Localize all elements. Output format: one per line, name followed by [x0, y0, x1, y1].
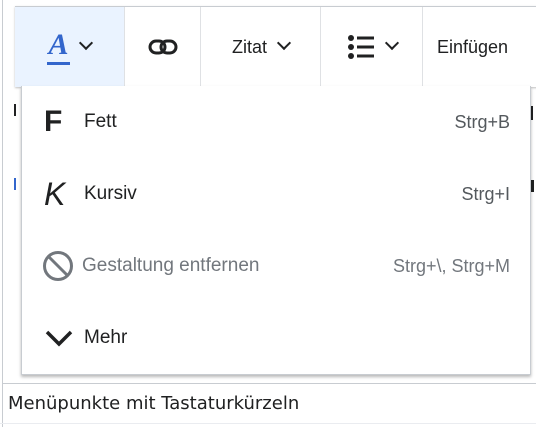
text-style-button[interactable]: A: [15, 7, 125, 87]
editor-link-fragment: [14, 178, 16, 190]
chevron-down-icon: [276, 35, 292, 51]
bold-icon: F: [44, 105, 63, 138]
link-icon: [148, 39, 177, 55]
menu-item-shortcut: Strg+\, Strg+M: [392, 255, 510, 276]
cite-button[interactable]: Zitat: [201, 7, 321, 87]
menu-item-label: Fett: [84, 111, 117, 132]
figure-caption: Menüpunkte mit Tastaturkürzeln: [8, 393, 300, 414]
menu-item-label: Gestaltung entfernen: [82, 255, 260, 276]
frame-bottom-border: [0, 423, 536, 424]
link-button[interactable]: [125, 7, 201, 87]
bullet-list-icon: [347, 35, 374, 59]
list-button[interactable]: [321, 7, 423, 87]
frame-divider: [2, 383, 536, 384]
menu-item-clear-formatting[interactable]: Gestaltung entfernen Strg+\, Strg+M: [22, 230, 530, 302]
frame-left-border: [2, 0, 3, 427]
text-style-icon: A: [47, 28, 70, 65]
menu-item-bold[interactable]: F Fett Strg+B: [22, 86, 530, 158]
text-style-menu: F Fett Strg+B K Kursiv Strg+I Gestaltung…: [21, 86, 531, 375]
menu-item-italic[interactable]: K Kursiv Strg+I: [22, 158, 530, 230]
menu-item-shortcut: Strg+B: [454, 111, 510, 132]
editor-text-fragment: [531, 180, 534, 192]
editor-toolbar: A Zitat Einfügen: [15, 6, 536, 87]
cite-label: Zitat: [231, 36, 267, 57]
chevron-down-icon: [384, 35, 399, 51]
menu-item-shortcut: Strg+I: [461, 183, 510, 204]
chevron-down-icon: [45, 330, 73, 347]
insert-label: Einfügen: [437, 36, 509, 57]
menu-item-more[interactable]: Mehr: [22, 302, 530, 374]
chevron-down-icon: [78, 35, 93, 51]
editor-text-fragment: [14, 104, 16, 116]
insert-button[interactable]: Einfügen: [423, 7, 536, 87]
menu-item-label: Mehr: [84, 327, 128, 348]
menu-item-label: Kursiv: [84, 183, 137, 204]
clear-formatting-icon: [43, 251, 73, 281]
italic-icon: K: [44, 175, 66, 212]
